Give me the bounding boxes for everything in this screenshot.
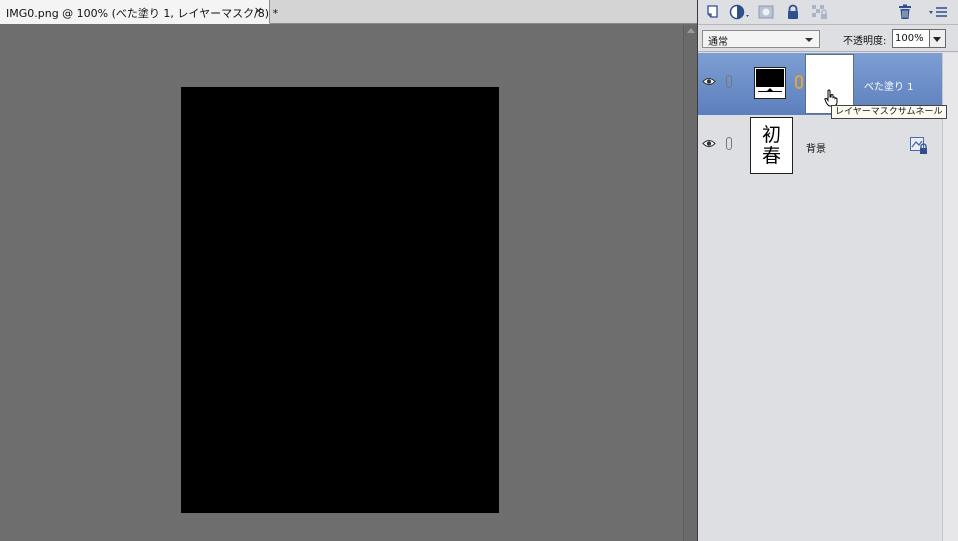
blend-mode-value: 通常 bbox=[708, 37, 728, 48]
chevron-down-icon bbox=[805, 38, 813, 42]
layer-row-background[interactable]: 初 春 背景 bbox=[698, 115, 942, 177]
blend-mode-select[interactable]: 通常 bbox=[702, 30, 820, 48]
visibility-eye-icon[interactable] bbox=[702, 77, 716, 86]
document-image[interactable] bbox=[181, 87, 499, 513]
opacity-label: 不透明度: bbox=[843, 36, 887, 47]
scroll-up-arrow-icon[interactable] bbox=[687, 28, 695, 33]
mask-link-chain-icon[interactable] bbox=[795, 75, 803, 89]
lock-transparency-icon[interactable] bbox=[810, 2, 830, 22]
chevron-down-icon bbox=[933, 37, 941, 42]
layers-panel: 通常 不透明度: 100% べた塗り 1 初 春 背景 bbox=[698, 0, 958, 541]
background-layer-thumbnail[interactable]: 初 春 bbox=[750, 117, 793, 174]
document-tab-title: IMG0.png @ 100% (べた塗り 1, レイヤーマスク/8) * bbox=[6, 7, 279, 20]
layer-lock-icon[interactable] bbox=[910, 137, 928, 155]
lock-all-icon[interactable] bbox=[783, 2, 803, 22]
layer-name-background[interactable]: 背景 bbox=[806, 140, 826, 155]
layer-link-icon[interactable] bbox=[726, 137, 732, 150]
opacity-input[interactable]: 100% bbox=[892, 29, 930, 48]
fill-layer-thumbnail[interactable] bbox=[754, 67, 786, 99]
layer-name-fill[interactable]: べた塗り 1 bbox=[864, 78, 914, 93]
layer-options-bar: 通常 不透明度: 100% bbox=[698, 26, 958, 52]
layers-vertical-scrollbar[interactable] bbox=[942, 53, 958, 541]
panel-menu-icon[interactable] bbox=[927, 2, 949, 22]
trash-icon[interactable] bbox=[895, 2, 915, 22]
add-mask-icon[interactable] bbox=[756, 2, 776, 22]
thumb-text-line2: 春 bbox=[761, 144, 781, 167]
visibility-eye-icon[interactable] bbox=[702, 139, 716, 148]
fill-thumbnail-line bbox=[758, 91, 782, 92]
fill-color-swatch bbox=[756, 69, 784, 87]
thumb-text-line1: 初 bbox=[761, 123, 781, 146]
new-layer-icon[interactable] bbox=[703, 2, 723, 22]
close-tab-icon[interactable]: × bbox=[254, 4, 263, 17]
layer-link-icon[interactable] bbox=[726, 75, 732, 88]
document-tab[interactable]: IMG0.png @ 100% (べた塗り 1, レイヤーマスク/8) * × bbox=[0, 0, 278, 24]
mask-thumbnail-tooltip: レイヤーマスクサムネール bbox=[831, 105, 947, 119]
document-vertical-scrollbar[interactable] bbox=[683, 25, 697, 541]
document-tab-bar: IMG0.png @ 100% (べた塗り 1, レイヤーマスク/8) * × bbox=[0, 0, 697, 24]
layers-toolbar bbox=[698, 0, 958, 25]
document-canvas[interactable] bbox=[0, 25, 683, 541]
opacity-dropdown-button[interactable] bbox=[930, 29, 946, 48]
adjustment-layer-icon[interactable] bbox=[728, 2, 752, 22]
